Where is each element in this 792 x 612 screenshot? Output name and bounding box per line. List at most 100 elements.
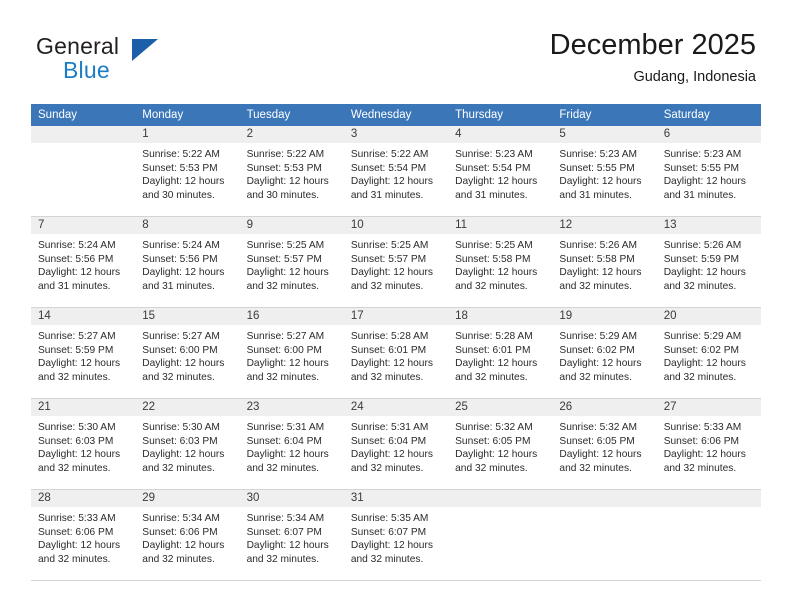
calendar-day-cell[interactable]: 7 Sunrise: 5:24 AM Sunset: 5:56 PM Daylight… <box>31 216 136 308</box>
day-number: 5 <box>552 126 657 143</box>
sunset-time: Sunset: 6:03 PM <box>142 435 218 447</box>
day-details: Sunrise: 5:22 AM Sunset: 5:53 PM Daylight:… <box>135 143 239 202</box>
daylight-duration-line2: and 32 minutes. <box>142 553 215 565</box>
day-details: Sunrise: 5:34 AM Sunset: 6:07 PM Daylight:… <box>240 507 344 566</box>
day-details: Sunrise: 5:25 AM Sunset: 5:58 PM Daylight:… <box>448 234 552 293</box>
calendar-day-cell[interactable]: 19 Sunrise: 5:29 AM Sunset: 6:02 PM Dayligh… <box>552 307 657 399</box>
sunset-time: Sunset: 5:58 PM <box>559 253 635 265</box>
calendar-day-cell[interactable]: 16 Sunrise: 5:27 AM Sunset: 6:00 PM Dayligh… <box>239 307 344 399</box>
daylight-duration-line2: and 32 minutes. <box>38 371 111 383</box>
calendar-cell-empty <box>31 126 136 217</box>
daylight-duration-line2: and 32 minutes. <box>663 371 737 383</box>
daylight-duration-line2: and 31 minutes. <box>455 189 528 201</box>
calendar-day-cell[interactable]: 28 Sunrise: 5:33 AM Sunset: 6:06 PM Dayligh… <box>31 489 136 581</box>
day-details: Sunrise: 5:27 AM Sunset: 6:00 PM Daylight:… <box>240 325 344 384</box>
calendar-day-cell[interactable]: 30 Sunrise: 5:34 AM Sunset: 6:07 PM Dayligh… <box>239 489 344 581</box>
calendar-day-cell[interactable]: 11 Sunrise: 5:25 AM Sunset: 5:58 PM Dayligh… <box>448 216 553 308</box>
daylight-duration-line2: and 32 minutes. <box>350 553 424 565</box>
calendar-body: 1 Sunrise: 5:22 AM Sunset: 5:53 PM Daylight… <box>31 126 761 581</box>
sunset-time: Sunset: 6:02 PM <box>559 344 635 356</box>
daylight-duration-line2: and 32 minutes. <box>350 462 424 474</box>
calendar-day-cell[interactable]: 5 Sunrise: 5:23 AM Sunset: 5:55 PM Daylight… <box>552 126 657 217</box>
day-number: 2 <box>239 126 344 143</box>
day-details: Sunrise: 5:23 AM Sunset: 5:55 PM Daylight:… <box>657 143 761 202</box>
day-number <box>656 490 761 507</box>
day-number <box>552 490 657 507</box>
calendar-day-cell[interactable]: 15 Sunrise: 5:27 AM Sunset: 6:00 PM Dayligh… <box>135 307 240 399</box>
calendar-day-cell[interactable]: 23 Sunrise: 5:31 AM Sunset: 6:04 PM Dayligh… <box>239 398 344 490</box>
sunset-time: Sunset: 5:59 PM <box>38 344 114 356</box>
daylight-duration-line2: and 32 minutes. <box>38 462 111 474</box>
day-number <box>448 490 553 507</box>
sunrise-time: Sunrise: 5:27 AM <box>142 331 220 342</box>
sunrise-time: Sunrise: 5:31 AM <box>246 422 325 433</box>
calendar-day-cell[interactable]: 29 Sunrise: 5:34 AM Sunset: 6:06 PM Dayligh… <box>135 489 240 581</box>
daylight-duration-line2: and 31 minutes. <box>38 280 111 292</box>
calendar-day-cell[interactable]: 31 Sunrise: 5:35 AM Sunset: 6:07 PM Dayligh… <box>343 489 449 581</box>
day-details: Sunrise: 5:29 AM Sunset: 6:02 PM Daylight:… <box>552 325 656 384</box>
calendar-day-cell[interactable]: 2 Sunrise: 5:22 AM Sunset: 5:53 PM Daylight… <box>239 126 344 217</box>
calendar-day-cell[interactable]: 27 Sunrise: 5:33 AM Sunset: 6:06 PM Dayligh… <box>656 398 761 490</box>
daylight-duration-line2: and 32 minutes. <box>350 371 424 383</box>
day-details: Sunrise: 5:32 AM Sunset: 6:05 PM Daylight:… <box>552 416 656 475</box>
calendar-day-cell[interactable]: 12 Sunrise: 5:26 AM Sunset: 5:58 PM Dayligh… <box>552 216 657 308</box>
day-number <box>31 126 136 143</box>
sunrise-time: Sunrise: 5:32 AM <box>455 422 533 433</box>
daylight-duration-line2: and 32 minutes. <box>38 553 111 565</box>
weekday-header-sunday: Sunday <box>31 104 136 126</box>
calendar-day-cell[interactable]: 3 Sunrise: 5:22 AM Sunset: 5:54 PM Daylight… <box>343 126 449 217</box>
calendar-day-cell[interactable]: 13 Sunrise: 5:26 AM Sunset: 5:59 PM Dayligh… <box>656 216 761 308</box>
day-number: 10 <box>343 217 449 234</box>
day-number: 6 <box>656 126 761 143</box>
calendar-day-cell[interactable]: 21 Sunrise: 5:30 AM Sunset: 6:03 PM Dayligh… <box>31 398 136 490</box>
weekday-header-friday: Friday <box>552 104 657 126</box>
calendar-day-cell[interactable]: 4 Sunrise: 5:23 AM Sunset: 5:54 PM Daylight… <box>448 126 553 217</box>
day-details: Sunrise: 5:30 AM Sunset: 6:03 PM Daylight:… <box>31 416 135 475</box>
daylight-duration-line1: Daylight: 12 hours <box>350 267 433 279</box>
calendar-day-cell[interactable]: 9 Sunrise: 5:25 AM Sunset: 5:57 PM Daylight… <box>239 216 344 308</box>
calendar-day-cell[interactable]: 8 Sunrise: 5:24 AM Sunset: 5:56 PM Daylight… <box>135 216 240 308</box>
daylight-duration-line1: Daylight: 12 hours <box>142 358 225 370</box>
calendar-week-row: 21 Sunrise: 5:30 AM Sunset: 6:03 PM Dayligh… <box>31 398 761 490</box>
daylight-duration-line1: Daylight: 12 hours <box>559 176 642 188</box>
day-details: Sunrise: 5:31 AM Sunset: 6:04 PM Daylight:… <box>344 416 448 475</box>
sunset-time: Sunset: 6:06 PM <box>38 526 114 538</box>
calendar-day-cell[interactable]: 25 Sunrise: 5:32 AM Sunset: 6:05 PM Dayligh… <box>448 398 553 490</box>
daylight-duration-line1: Daylight: 12 hours <box>142 540 225 552</box>
day-details: Sunrise: 5:34 AM Sunset: 6:06 PM Daylight:… <box>135 507 239 566</box>
title-block: December 2025 Gudang, Indonesia <box>550 28 756 87</box>
daylight-duration-line2: and 32 minutes. <box>663 462 737 474</box>
sunset-time: Sunset: 5:53 PM <box>142 162 218 174</box>
daylight-duration-line1: Daylight: 12 hours <box>663 358 746 370</box>
calendar-day-cell[interactable]: 20 Sunrise: 5:29 AM Sunset: 6:02 PM Dayligh… <box>656 307 761 399</box>
daylight-duration-line1: Daylight: 12 hours <box>38 449 121 461</box>
sunrise-time: Sunrise: 5:26 AM <box>559 240 637 251</box>
calendar-day-cell[interactable]: 1 Sunrise: 5:22 AM Sunset: 5:53 PM Daylight… <box>135 126 240 217</box>
logo-triangle-icon <box>132 39 158 61</box>
daylight-duration-line1: Daylight: 12 hours <box>455 267 538 279</box>
sunset-time: Sunset: 5:57 PM <box>246 253 322 265</box>
day-number: 8 <box>135 217 240 234</box>
daylight-duration-line1: Daylight: 12 hours <box>38 267 121 279</box>
daylight-duration-line2: and 32 minutes. <box>246 371 320 383</box>
calendar-day-cell[interactable]: 14 Sunrise: 5:27 AM Sunset: 5:59 PM Dayligh… <box>31 307 136 399</box>
calendar-day-cell[interactable]: 22 Sunrise: 5:30 AM Sunset: 6:03 PM Dayligh… <box>135 398 240 490</box>
day-number: 7 <box>31 217 136 234</box>
daylight-duration-line1: Daylight: 12 hours <box>455 449 538 461</box>
sunrise-time: Sunrise: 5:33 AM <box>38 513 116 524</box>
day-details: Sunrise: 5:30 AM Sunset: 6:03 PM Daylight:… <box>135 416 239 475</box>
calendar-day-cell[interactable]: 6 Sunrise: 5:23 AM Sunset: 5:55 PM Daylight… <box>656 126 761 217</box>
calendar-day-cell[interactable]: 18 Sunrise: 5:28 AM Sunset: 6:01 PM Dayligh… <box>448 307 553 399</box>
calendar-day-cell[interactable]: 24 Sunrise: 5:31 AM Sunset: 6:04 PM Dayligh… <box>343 398 449 490</box>
sunset-time: Sunset: 6:07 PM <box>246 526 322 538</box>
sunset-time: Sunset: 6:00 PM <box>142 344 218 356</box>
sunrise-time: Sunrise: 5:34 AM <box>142 513 220 524</box>
daylight-duration-line2: and 32 minutes. <box>246 462 320 474</box>
calendar-week-row: 1 Sunrise: 5:22 AM Sunset: 5:53 PM Daylight… <box>31 126 761 217</box>
sunset-time: Sunset: 6:07 PM <box>350 526 427 538</box>
calendar-day-cell[interactable]: 26 Sunrise: 5:32 AM Sunset: 6:05 PM Dayligh… <box>552 398 657 490</box>
day-number: 13 <box>656 217 761 234</box>
calendar-day-cell[interactable]: 17 Sunrise: 5:28 AM Sunset: 6:01 PM Dayligh… <box>343 307 449 399</box>
calendar-week-row: 14 Sunrise: 5:27 AM Sunset: 5:59 PM Dayligh… <box>31 307 761 399</box>
calendar-day-cell[interactable]: 10 Sunrise: 5:25 AM Sunset: 5:57 PM Dayligh… <box>343 216 449 308</box>
